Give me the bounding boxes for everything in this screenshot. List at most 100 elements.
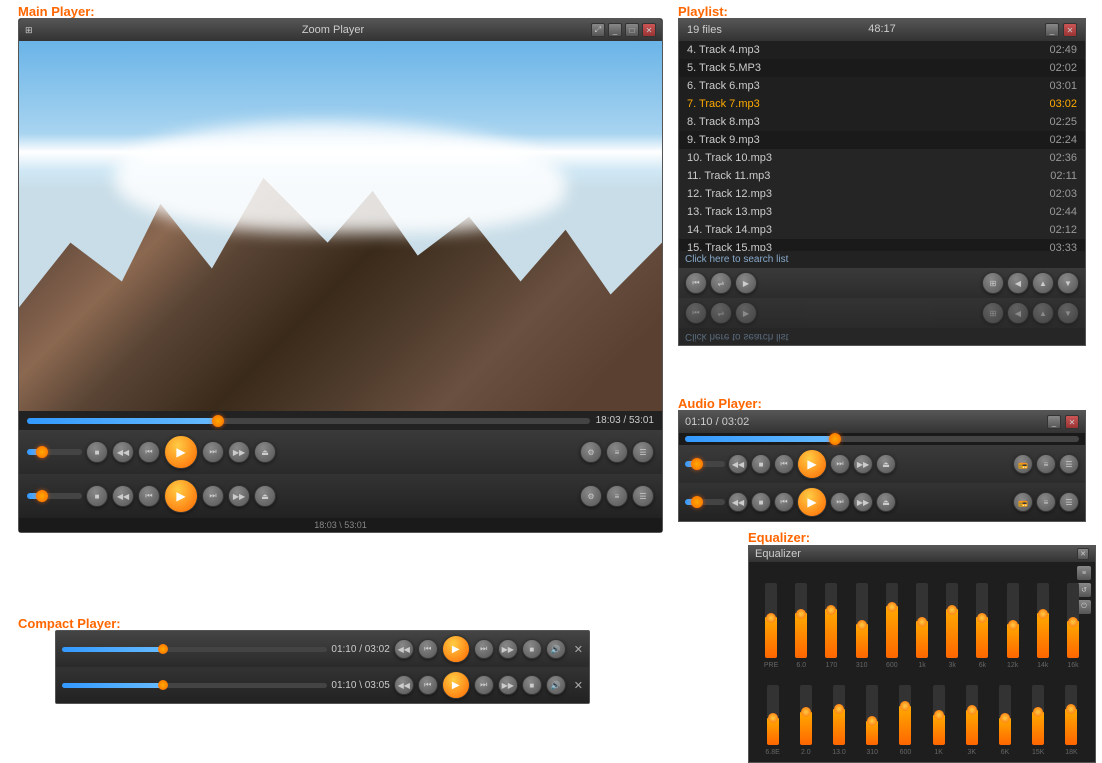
equalizer-button[interactable]: ≡ <box>606 441 628 463</box>
playlist-item[interactable]: 7. Track 7.mp303:02 <box>679 95 1085 113</box>
main-player-resize-btn[interactable]: ⤢ <box>591 23 605 37</box>
playlist-item[interactable]: 13. Track 13.mp302:44 <box>679 203 1085 221</box>
audio-seek-thumb[interactable] <box>829 433 841 445</box>
playlist-item[interactable]: 8. Track 8.mp302:25 <box>679 113 1085 131</box>
ap-fwd-btn2[interactable]: ▶▶ <box>853 492 873 512</box>
volume-slider2[interactable] <box>27 493 82 499</box>
cp-prev-btn1[interactable]: ⏮ <box>418 639 438 659</box>
playlist-item[interactable]: 11. Track 11.mp302:11 <box>679 167 1085 185</box>
compact-seek-thumb2[interactable] <box>158 680 168 690</box>
cp-prev-btn2[interactable]: ⏮ <box>418 675 438 695</box>
next-button[interactable]: ⏭ <box>202 441 224 463</box>
rewind-button2[interactable]: ◀◀ <box>112 485 134 507</box>
ap-stop-btn2[interactable]: ■ <box>751 492 771 512</box>
next-button2[interactable]: ⏭ <box>202 485 224 507</box>
eq-channel-bottom[interactable] <box>857 685 888 745</box>
playlist-item[interactable]: 5. Track 5.MP302:02 <box>679 59 1085 77</box>
playlist-item[interactable]: 9. Track 9.mp302:24 <box>679 131 1085 149</box>
eq-close-btn[interactable]: ✕ <box>1077 548 1089 560</box>
playlist-item[interactable]: 12. Track 12.mp302:03 <box>679 185 1085 203</box>
eq-channel[interactable] <box>757 583 785 658</box>
ap-eject-btn[interactable]: ⏏ <box>876 454 896 474</box>
pl-play-btn[interactable]: ▶ <box>735 272 757 294</box>
ap-eq-btn2[interactable]: ≡ <box>1036 492 1056 512</box>
cp-rew-btn1[interactable]: ◀◀ <box>394 639 414 659</box>
eq-channel-bottom[interactable] <box>823 685 854 745</box>
stop-button[interactable]: ■ <box>86 441 108 463</box>
settings-button2[interactable]: ⚙ <box>580 485 602 507</box>
rewind-button[interactable]: ◀◀ <box>112 441 134 463</box>
cp-close-btn2[interactable]: ✕ <box>574 679 583 692</box>
playlist-minimize-btn[interactable]: _ <box>1045 23 1059 37</box>
cp-play-btn1[interactable]: ▶ <box>442 635 470 663</box>
cp-stop-btn1[interactable]: ■ <box>522 639 542 659</box>
eq-channel-bottom[interactable] <box>1056 685 1087 745</box>
ap-menu-btn2[interactable]: ☰ <box>1059 492 1079 512</box>
eq-channel[interactable] <box>848 583 876 658</box>
eq-channel[interactable] <box>908 583 936 658</box>
playlist-search2[interactable]: Click here to search list <box>679 328 1085 345</box>
playlist-close-btn[interactable]: ✕ <box>1063 23 1077 37</box>
play-button[interactable]: ▶ <box>164 435 198 469</box>
audio-player-close-btn[interactable]: ✕ <box>1065 415 1079 429</box>
eq-reset-btn[interactable]: ↺ <box>1077 583 1091 597</box>
playlist-item[interactable]: 10. Track 10.mp302:36 <box>679 149 1085 167</box>
ap-rew-btn[interactable]: ◀◀ <box>728 454 748 474</box>
compact-seek2[interactable] <box>62 683 327 688</box>
forward-button[interactable]: ▶▶ <box>228 441 250 463</box>
playlist-item[interactable]: 15. Track 15.mp303:33 <box>679 239 1085 251</box>
ap-eject-btn2[interactable]: ⏏ <box>876 492 896 512</box>
cp-fwd-btn1[interactable]: ▶▶ <box>498 639 518 659</box>
ap-radio-btn2[interactable]: 📻 <box>1013 492 1033 512</box>
playlist-search[interactable]: Click here to search list <box>679 251 1085 268</box>
pl-back-btn[interactable]: ⏮ <box>685 272 707 294</box>
stop-button2[interactable]: ■ <box>86 485 108 507</box>
eject-button2[interactable]: ⏏ <box>254 485 276 507</box>
cp-next-btn1[interactable]: ⏭ <box>474 639 494 659</box>
ap-stop-btn[interactable]: ■ <box>751 454 771 474</box>
playlist-item[interactable]: 6. Track 6.mp303:01 <box>679 77 1085 95</box>
eq-channel-bottom[interactable] <box>956 685 987 745</box>
forward-button2[interactable]: ▶▶ <box>228 485 250 507</box>
pl-down-btn[interactable]: ▼ <box>1057 272 1079 294</box>
ap-next-btn[interactable]: ⏭ <box>830 454 850 474</box>
video-area[interactable] <box>19 41 662 411</box>
pl2-up-btn[interactable]: ▲ <box>1032 302 1054 324</box>
cp-next-btn2[interactable]: ⏭ <box>474 675 494 695</box>
eq-channel[interactable] <box>878 583 906 658</box>
eq-channel-bottom[interactable] <box>790 685 821 745</box>
eq-channel-bottom[interactable] <box>890 685 921 745</box>
playlist-item[interactable]: 4. Track 4.mp302:49 <box>679 41 1085 59</box>
audio-player-minimize-btn[interactable]: _ <box>1047 415 1061 429</box>
pl-grid-btn[interactable]: ⊞ <box>982 272 1004 294</box>
eq-channel[interactable] <box>938 583 966 658</box>
eq-channel-bottom[interactable] <box>1023 685 1054 745</box>
eq-channel-bottom[interactable] <box>923 685 954 745</box>
cp-play-btn2[interactable]: ▶ <box>442 671 470 699</box>
main-player-close-btn[interactable]: ✕ <box>642 23 656 37</box>
compact-seek-thumb1[interactable] <box>158 644 168 654</box>
ap-play-btn[interactable]: ▶ <box>797 449 827 479</box>
play-button2[interactable]: ▶ <box>164 479 198 513</box>
main-player-minimize-btn[interactable]: _ <box>608 23 622 37</box>
eq-channel-bottom[interactable] <box>989 685 1020 745</box>
audio-player-seek[interactable] <box>685 436 1079 442</box>
ap-rew-btn2[interactable]: ◀◀ <box>728 492 748 512</box>
ap-prev-btn2[interactable]: ⏮ <box>774 492 794 512</box>
compact-seek1[interactable] <box>62 647 327 652</box>
equalizer-button2[interactable]: ≡ <box>606 485 628 507</box>
cp-close-btn1[interactable]: ✕ <box>574 643 583 656</box>
ap-radio-btn[interactable]: 📻 <box>1013 454 1033 474</box>
pl-prev-btn[interactable]: ◀ <box>1007 272 1029 294</box>
playlist-item[interactable]: 14. Track 14.mp302:12 <box>679 221 1085 239</box>
ap-prev-btn[interactable]: ⏮ <box>774 454 794 474</box>
cp-vol-btn2[interactable]: 🔊 <box>546 675 566 695</box>
audio-vol-thumb2[interactable] <box>691 496 703 508</box>
cp-vol-btn1[interactable]: 🔊 <box>546 639 566 659</box>
cp-stop-btn2[interactable]: ■ <box>522 675 542 695</box>
cp-rew-btn2[interactable]: ◀◀ <box>394 675 414 695</box>
prev-button2[interactable]: ⏮ <box>138 485 160 507</box>
cp-fwd-btn2[interactable]: ▶▶ <box>498 675 518 695</box>
pl2-shuffle-btn[interactable]: ⇌ <box>710 302 732 324</box>
eq-channel-bottom[interactable] <box>757 685 788 745</box>
